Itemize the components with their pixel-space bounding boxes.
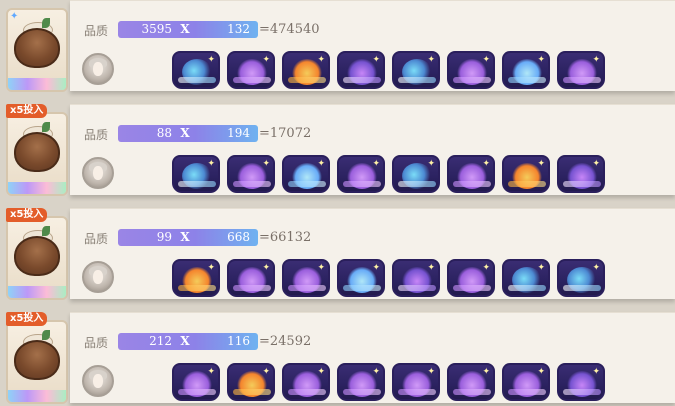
- quality-formula: 212 X 116: [118, 333, 258, 350]
- row: x5投入 品质 99 X 668 =66132 ✦ ✦ ✦ ✦ ✦ ✦ ✦ ✦: [0, 208, 675, 302]
- leaf-icon: [42, 226, 50, 236]
- formula-multiply: X: [180, 334, 190, 348]
- orb-icon[interactable]: ✦: [392, 155, 440, 193]
- character-face-icon: [93, 374, 103, 388]
- character-avatar[interactable]: [82, 53, 114, 85]
- row-portrait-band: ✦: [0, 0, 70, 94]
- formula-left-value: 99: [156, 230, 172, 244]
- formula-multiply: X: [180, 230, 190, 244]
- flame-icon[interactable]: ✦: [172, 259, 220, 297]
- formula-result: =474540: [259, 22, 320, 37]
- rainbow-ribbon-icon: [8, 286, 66, 298]
- potion-icon[interactable]: ✦: [447, 259, 495, 297]
- flame-icon[interactable]: ✦: [502, 155, 550, 193]
- potion-icon[interactable]: ✦: [282, 363, 330, 401]
- character-avatar[interactable]: [82, 261, 114, 293]
- potion-icon[interactable]: ✦: [337, 155, 385, 193]
- crystal-icon[interactable]: ✦: [337, 259, 385, 297]
- quality-label: 品质: [84, 336, 109, 350]
- flame-icon[interactable]: ✦: [227, 363, 275, 401]
- orb-icon[interactable]: ✦: [557, 259, 605, 297]
- potion-icon[interactable]: ✦: [227, 259, 275, 297]
- x5-input-tag: x5投入: [6, 312, 48, 326]
- formula-left-value: 212: [149, 334, 172, 348]
- formula-right-value: 132: [227, 22, 250, 36]
- flame-icon[interactable]: ✦: [282, 51, 330, 89]
- formula-right-value: 668: [227, 230, 250, 244]
- character-face-icon: [93, 62, 103, 76]
- potion-icon[interactable]: ✦: [502, 363, 550, 401]
- pastry-cake-icon: [14, 132, 60, 172]
- formula-result: =24592: [259, 334, 312, 349]
- potion-icon[interactable]: ✦: [392, 363, 440, 401]
- pastry-cake-icon: [14, 236, 60, 276]
- book-icon[interactable]: ✦: [557, 363, 605, 401]
- potion-icon[interactable]: ✦: [282, 259, 330, 297]
- quality-formula: 3595 X 132: [118, 21, 258, 38]
- formula-multiply: X: [180, 22, 190, 36]
- formula-result: =66132: [259, 230, 312, 245]
- formula-result: =17072: [259, 126, 312, 141]
- rainbow-ribbon-icon: [8, 182, 66, 194]
- pastry-portrait[interactable]: ✦: [6, 8, 68, 92]
- formula-multiply: X: [180, 126, 190, 140]
- row-portrait-band: x5投入: [0, 104, 70, 198]
- character-avatar[interactable]: [82, 157, 114, 189]
- row-portrait-band: x5投入: [0, 208, 70, 302]
- quality-formula: 88 X 194: [118, 125, 258, 142]
- recipe-card: 品质 212 X 116 =24592 ✦ ✦ ✦ ✦ ✦ ✦ ✦ ✦: [70, 312, 675, 403]
- character-avatar[interactable]: [82, 365, 114, 397]
- rainbow-ribbon-icon: [8, 78, 66, 90]
- formula-right-value: 194: [227, 126, 250, 140]
- pastry-cake-icon: [14, 340, 60, 380]
- orb-icon[interactable]: ✦: [502, 259, 550, 297]
- quality-label: 品质: [84, 24, 109, 38]
- quality-formula: 99 X 668: [118, 229, 258, 246]
- orb-icon[interactable]: ✦: [172, 155, 220, 193]
- quality-label: 品质: [84, 128, 109, 142]
- orb-icon[interactable]: ✦: [172, 51, 220, 89]
- formula-left-value: 88: [156, 126, 172, 140]
- crystal-icon[interactable]: ✦: [502, 51, 550, 89]
- recipe-card: 品质 99 X 668 =66132 ✦ ✦ ✦ ✦ ✦ ✦ ✦ ✦: [70, 208, 675, 299]
- pastry-portrait[interactable]: [6, 112, 68, 196]
- potion-icon[interactable]: ✦: [447, 363, 495, 401]
- book-icon[interactable]: ✦: [337, 51, 385, 89]
- character-face-icon: [93, 270, 103, 284]
- potion-icon[interactable]: ✦: [447, 51, 495, 89]
- potion-icon[interactable]: ✦: [172, 363, 220, 401]
- potion-icon[interactable]: ✦: [557, 51, 605, 89]
- orb-icon[interactable]: ✦: [392, 51, 440, 89]
- row: ✦ 品质 3595 X 132 =474540 ✦ ✦ ✦ ✦ ✦ ✦ ✦ ✦: [0, 0, 675, 94]
- sparkle-icon: ✦: [10, 11, 19, 22]
- x5-input-tag: x5投入: [6, 208, 48, 222]
- x5-input-tag: x5投入: [6, 104, 48, 118]
- crystal-icon[interactable]: ✦: [282, 155, 330, 193]
- leaf-icon: [42, 18, 50, 28]
- formula-left-value: 3595: [141, 22, 172, 36]
- leaf-icon: [42, 330, 50, 340]
- potion-icon[interactable]: ✦: [227, 155, 275, 193]
- potion-icon[interactable]: ✦: [227, 51, 275, 89]
- pastry-portrait[interactable]: [6, 320, 68, 404]
- pastry-portrait[interactable]: [6, 216, 68, 300]
- recipe-card: 品质 3595 X 132 =474540 ✦ ✦ ✦ ✦ ✦ ✦ ✦ ✦: [70, 0, 675, 91]
- potion-icon[interactable]: ✦: [337, 363, 385, 401]
- formula-right-value: 116: [227, 334, 250, 348]
- quality-label: 品质: [84, 232, 109, 246]
- pastry-cake-icon: [14, 28, 60, 68]
- book-icon[interactable]: ✦: [392, 259, 440, 297]
- row: x5投入 品质 88 X 194 =17072 ✦ ✦ ✦ ✦ ✦ ✦ ✦ ✦: [0, 104, 675, 198]
- book-icon[interactable]: ✦: [557, 155, 605, 193]
- character-face-icon: [93, 166, 103, 180]
- potion-icon[interactable]: ✦: [447, 155, 495, 193]
- recipe-card: 品质 88 X 194 =17072 ✦ ✦ ✦ ✦ ✦ ✦ ✦ ✦: [70, 104, 675, 195]
- leaf-icon: [42, 122, 50, 132]
